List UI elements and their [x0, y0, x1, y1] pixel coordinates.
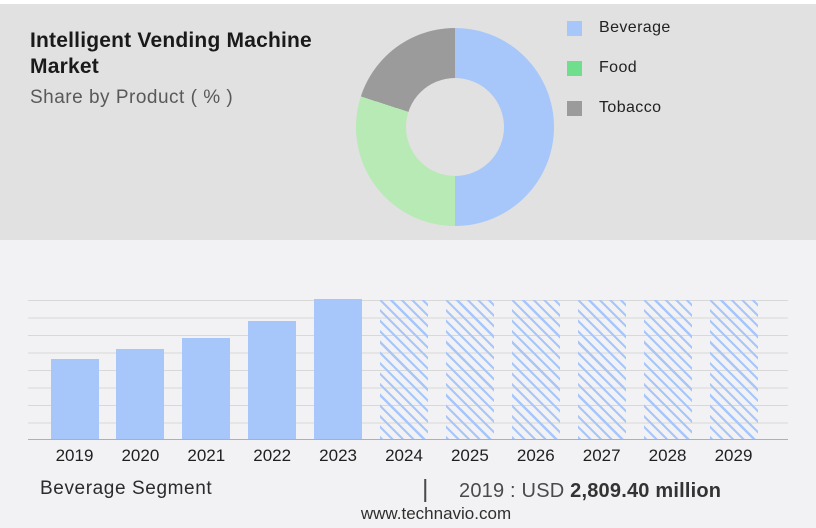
x-axis-label-2025: 2025	[438, 446, 502, 466]
legend-label: Food	[599, 59, 637, 77]
legend-item-food: Food	[567, 60, 671, 76]
x-axis-label-2029: 2029	[702, 446, 766, 466]
x-axis-label-2020: 2020	[108, 446, 172, 466]
legend-label: Tobacco	[599, 99, 661, 117]
food-swatch-icon	[567, 61, 582, 76]
bar-2021	[182, 338, 230, 439]
x-axis-label-2022: 2022	[240, 446, 304, 466]
bar-2023	[314, 299, 362, 439]
title-block: Intelligent Vending Machine Market Share…	[30, 28, 360, 109]
value-amount: 2,809.40 million	[570, 480, 721, 502]
bar-chart-x-axis-labels: 2019202020212022202320242025202620272028…	[28, 446, 788, 466]
header-panel: Intelligent Vending Machine Market Share…	[0, 4, 816, 240]
segment-label: Beverage Segment	[40, 478, 212, 500]
x-axis-label-2024: 2024	[372, 446, 436, 466]
x-axis-label-2027: 2027	[570, 446, 634, 466]
footer-value: 2019 : USD 2,809.40 million	[459, 480, 721, 503]
donut-chart	[356, 28, 554, 226]
x-axis-label-2028: 2028	[636, 446, 700, 466]
bar-2028-forecast	[644, 300, 692, 439]
donut-legend: Beverage Food Tobacco	[567, 20, 671, 116]
footer-separator: |	[422, 475, 429, 504]
value-prefix: 2019 : USD	[459, 480, 564, 502]
bar-2022	[248, 321, 296, 439]
x-axis-label-2023: 2023	[306, 446, 370, 466]
legend-item-beverage: Beverage	[567, 20, 671, 36]
page-title: Intelligent Vending Machine Market	[30, 28, 360, 80]
legend-item-tobacco: Tobacco	[567, 100, 671, 116]
bar-2029-forecast	[710, 300, 758, 439]
bar-chart-plot	[28, 300, 788, 440]
infographic-canvas: Intelligent Vending Machine Market Share…	[0, 0, 816, 528]
bar-2026-forecast	[512, 300, 560, 439]
website-url: www.technavio.com	[0, 504, 816, 524]
beverage-swatch-icon	[567, 21, 582, 36]
x-axis-label-2019: 2019	[43, 446, 107, 466]
bar-2025-forecast	[446, 300, 494, 439]
chart-subtitle: Share by Product ( % )	[30, 87, 360, 109]
legend-label: Beverage	[599, 19, 671, 37]
bar-2020	[116, 349, 164, 439]
tobacco-swatch-icon	[567, 101, 582, 116]
bar-2024-forecast	[380, 300, 428, 439]
donut-hole	[406, 78, 504, 176]
x-axis-label-2021: 2021	[174, 446, 238, 466]
bar-2019	[51, 359, 99, 439]
x-axis-label-2026: 2026	[504, 446, 568, 466]
bar-2027-forecast	[578, 300, 626, 439]
